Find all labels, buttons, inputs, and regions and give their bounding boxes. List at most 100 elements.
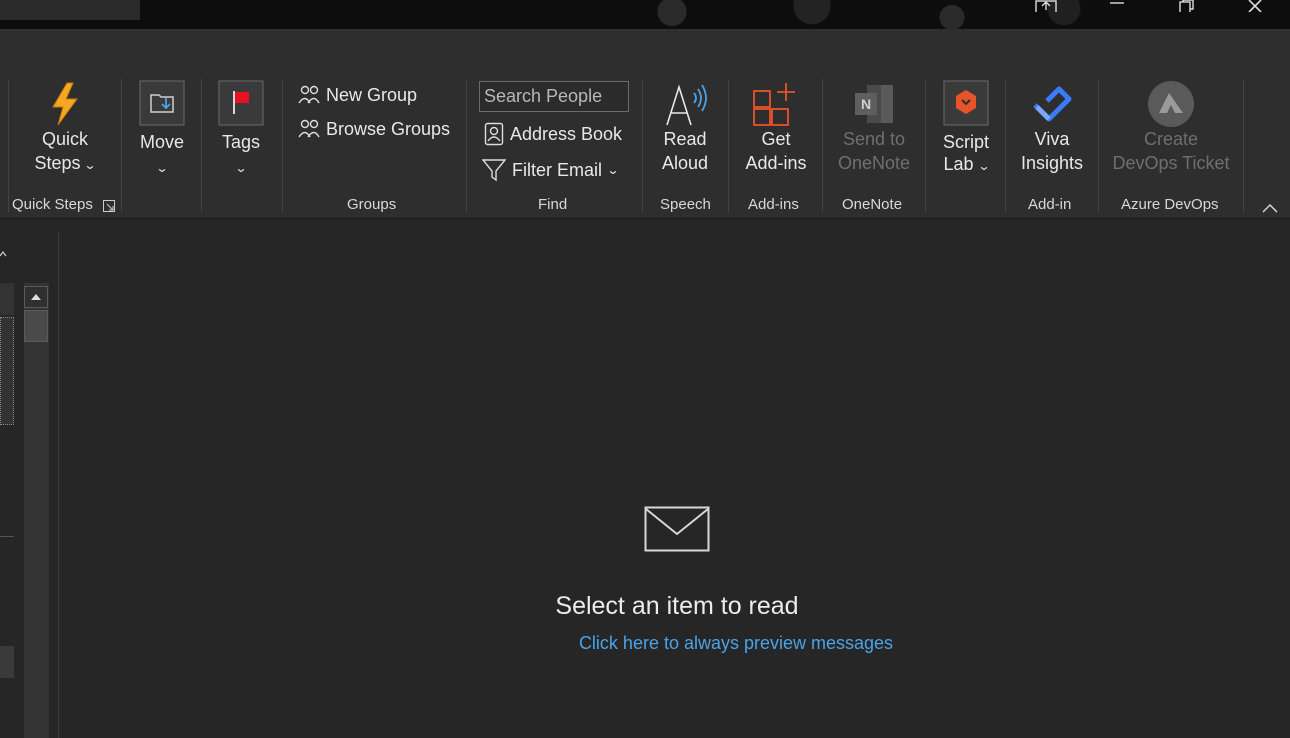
ribbon-separator — [925, 79, 926, 212]
search-people-input[interactable] — [479, 81, 629, 112]
ribbon-separator — [822, 79, 823, 212]
group-label-azure-devops: Azure DevOps — [1121, 196, 1219, 213]
create-devops-ticket-button[interactable]: Create DevOps Ticket — [1110, 81, 1232, 175]
share-icon — [1035, 0, 1057, 12]
address-book-icon — [484, 122, 504, 146]
addins-icon — [753, 83, 795, 126]
minimize-button[interactable] — [1097, 0, 1137, 14]
new-group-button[interactable]: New Group — [298, 81, 417, 109]
viva-insights-label-1: Viva — [1034, 129, 1070, 149]
browse-groups-label: Browse Groups — [326, 118, 451, 139]
tags-button[interactable]: Tags ⌄ — [216, 80, 266, 180]
reading-pane: Select an item to read Click here to alw… — [59, 232, 1290, 738]
ribbon: Quick Steps ⌄ Quick Steps Move ⌄ Tags ⌄ … — [0, 29, 1290, 219]
script-lab-icon — [943, 80, 989, 126]
address-book-label: Address Book — [510, 123, 623, 144]
minimize-icon — [1110, 2, 1124, 4]
quick-steps-launcher[interactable] — [103, 199, 115, 217]
viva-icon — [1033, 86, 1072, 122]
group-label-speech: Speech — [660, 196, 711, 213]
restore-button[interactable] — [1166, 0, 1206, 14]
read-aloud-label-2: Aloud — [661, 153, 709, 173]
create-devops-label-1: Create — [1143, 129, 1199, 149]
ribbon-separator — [728, 79, 729, 212]
send-to-onenote-label-1: Send to — [842, 129, 906, 149]
quick-steps-label-1: Quick — [41, 129, 88, 149]
triangle-up-icon — [31, 294, 41, 300]
group-label-addin: Add-in — [1028, 196, 1072, 213]
browse-groups-button[interactable]: Browse Groups — [298, 115, 450, 143]
onenote-icon: N — [855, 85, 893, 123]
lightning-icon — [52, 82, 78, 126]
move-label: Move — [139, 132, 184, 152]
scroll-up-button[interactable] — [24, 286, 48, 308]
quick-steps-label-2: Steps ⌄ — [24, 151, 106, 177]
script-lab-label-1: Script — [942, 132, 989, 152]
new-group-label: New Group — [326, 84, 418, 105]
ribbon-separator — [121, 79, 122, 212]
address-book-button[interactable]: Address Book — [484, 120, 622, 148]
list-divider — [0, 536, 14, 537]
people-icon — [298, 85, 320, 104]
read-aloud-icon — [666, 84, 707, 126]
empty-reading-message: Select an item to read — [555, 592, 799, 620]
ribbon-separator — [466, 79, 467, 212]
viva-insights-button[interactable]: Viva Insights — [1017, 81, 1087, 175]
ribbon-separator — [642, 79, 643, 212]
move-folder-icon — [139, 80, 185, 126]
collapse-ribbon-button[interactable] — [1262, 200, 1278, 216]
always-preview-link[interactable]: Click here to always preview messages — [59, 633, 1290, 654]
move-button[interactable]: Move ⌄ — [136, 80, 188, 180]
share-window-button[interactable] — [1026, 0, 1066, 14]
list-item-selected[interactable] — [0, 317, 14, 425]
get-addins-button[interactable]: Get Add-ins — [741, 81, 811, 175]
send-to-onenote-label-2: OneNote — [837, 153, 911, 173]
flag-icon — [218, 80, 264, 126]
close-button[interactable] — [1235, 0, 1275, 14]
svg-text:N: N — [861, 96, 871, 112]
scrollbar-track[interactable] — [24, 283, 49, 738]
close-icon — [1248, 0, 1262, 12]
ribbon-separator — [1005, 79, 1006, 212]
quick-steps-button[interactable]: Quick Steps ⌄ — [24, 81, 106, 177]
chevron-up-icon — [1262, 204, 1278, 213]
create-devops-label-2: DevOps Ticket — [1112, 153, 1230, 173]
chevron-down-icon: ⌄ — [234, 161, 248, 175]
message-list-pane — [0, 232, 59, 738]
title-tab-fragment — [0, 0, 140, 20]
envelope-icon — [644, 506, 710, 552]
ribbon-separator — [201, 79, 202, 212]
read-aloud-label-1: Read — [663, 129, 707, 149]
filter-icon — [482, 159, 506, 182]
devops-icon — [1148, 81, 1194, 127]
tags-label: Tags — [221, 132, 261, 152]
get-addins-label-2: Add-ins — [745, 153, 807, 173]
group-label-addins: Add-ins — [748, 196, 799, 213]
list-item[interactable] — [0, 283, 14, 315]
ribbon-separator — [1243, 79, 1244, 212]
send-to-onenote-button[interactable]: N Send to OneNote — [836, 81, 912, 175]
title-bar — [0, 0, 1290, 29]
group-label-onenote: OneNote — [842, 196, 903, 213]
group-label-groups: Groups — [347, 196, 397, 213]
group-label-quick-steps: Quick Steps — [12, 196, 93, 213]
read-aloud-button[interactable]: Read Aloud — [652, 81, 718, 175]
chevron-down-icon: ⌄ — [976, 159, 991, 173]
restore-icon — [1179, 0, 1194, 12]
script-lab-button[interactable]: Script Lab ⌄ — [940, 80, 992, 178]
filter-email-button[interactable]: Filter Email ⌄ — [482, 156, 620, 184]
ribbon-separator — [1098, 79, 1099, 212]
filter-email-label: Filter Email — [512, 159, 603, 180]
get-addins-label-1: Get — [761, 129, 791, 149]
ribbon-separator — [282, 79, 283, 212]
scrollbar-thumb[interactable] — [24, 310, 48, 342]
ribbon-separator — [8, 79, 9, 212]
script-lab-label-2: Lab ⌄ — [940, 152, 992, 178]
chevron-up-icon — [0, 251, 7, 257]
people-icon — [298, 119, 320, 138]
list-item[interactable] — [0, 646, 14, 678]
dialog-launcher-icon — [103, 200, 115, 212]
chevron-down-icon: ⌄ — [606, 163, 620, 177]
chevron-down-icon: ⌄ — [83, 158, 98, 172]
group-label-find: Find — [538, 196, 568, 213]
